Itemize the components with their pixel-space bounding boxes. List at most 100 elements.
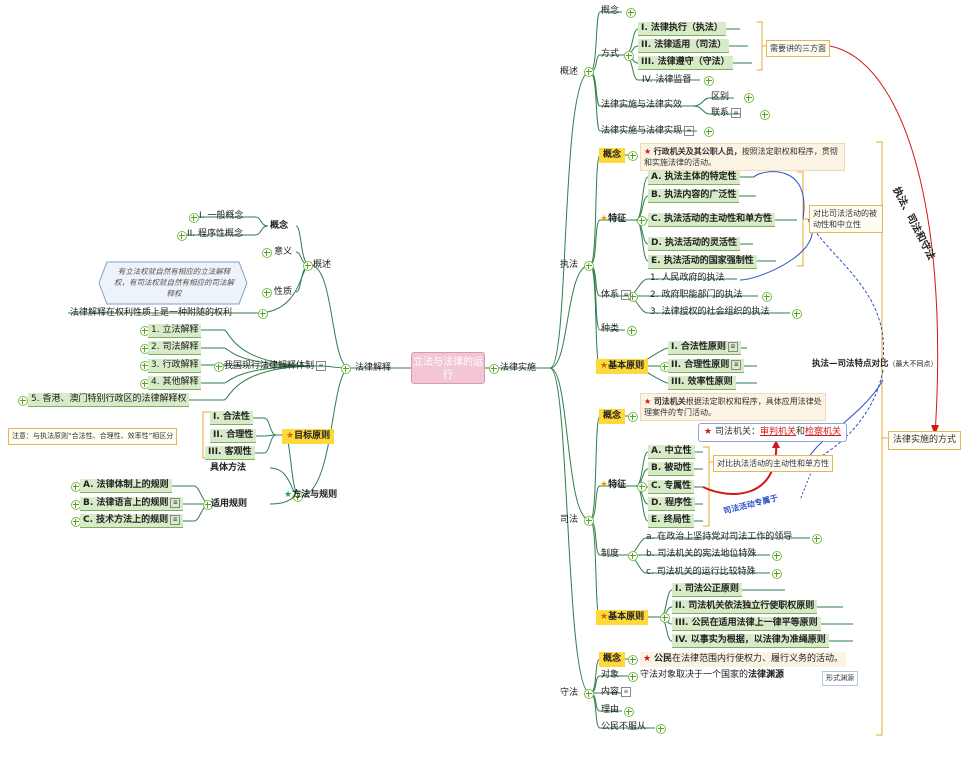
exec-feature-a[interactable]: A. 执法主体的特定性 [648, 171, 740, 185]
expand-icon[interactable] [660, 613, 670, 623]
expand-icon[interactable] [628, 672, 638, 682]
expand-icon[interactable] [792, 309, 802, 319]
system-item-5[interactable]: 5. 香港、澳门特别行政区的法律解释权 [28, 393, 190, 407]
goal-item-1[interactable]: I. 合法性 [210, 411, 253, 425]
interpret-overview[interactable]: 概述 [313, 259, 331, 272]
expand-icon[interactable] [258, 309, 268, 319]
expand-icon[interactable] [637, 482, 647, 492]
mode-item-2[interactable]: II. 法律适用（司法） [638, 39, 730, 53]
exec-feature-e[interactable]: E. 执法活动的国家强制性 [648, 255, 757, 269]
expand-icon[interactable] [189, 213, 199, 223]
expand-icon[interactable] [341, 364, 351, 374]
expand-icon[interactable] [744, 93, 754, 103]
exec-system-1[interactable]: 1. 人民政府的执法 [650, 272, 724, 285]
expand-icon[interactable] [262, 288, 272, 298]
obey-disobey-node[interactable]: 公民不服从 [601, 721, 646, 734]
expand-icon[interactable] [637, 216, 647, 226]
system-item-2[interactable]: 2. 司法解释 [148, 341, 202, 355]
jud-principle-4[interactable]: IV. 以事实为根据，以法律为准绳原则 [672, 634, 829, 648]
goal-node[interactable]: ★目标原则 [282, 429, 335, 444]
expand-icon[interactable] [624, 51, 634, 61]
rule-a[interactable]: A. 法律体制上的规则 [80, 479, 172, 493]
node-impl-effect[interactable]: 法律实施与法律实效 [601, 99, 682, 112]
expand-icon[interactable] [214, 362, 224, 372]
jud-feature-c[interactable]: C. 专属性 [648, 480, 695, 494]
exec-types-node[interactable]: 种类 [601, 323, 619, 336]
exec-concept-tag[interactable]: 概念 [599, 148, 626, 163]
exec-feature-b[interactable]: B. 执法内容的广泛性 [648, 189, 740, 203]
exec-principle-1[interactable]: I. 合法性原则 ≡ [668, 341, 741, 355]
jud-feature-node[interactable]: ★特征 [600, 479, 626, 492]
node-mode[interactable]: 方式 [601, 48, 619, 61]
topic-implement[interactable]: 法律实施 [500, 362, 536, 375]
obey-content-node[interactable]: 内容 ≡ [601, 686, 632, 699]
node-diff[interactable]: 区别 [711, 91, 729, 104]
central-topic[interactable]: 立法与法律的运行 [411, 352, 485, 384]
system-item-1[interactable]: 1. 立法解释 [148, 324, 202, 338]
interpret-system[interactable]: 我国现行法律解释体制 ≡ [224, 360, 327, 373]
topic-exec[interactable]: 执法 [560, 259, 578, 272]
expand-icon[interactable] [177, 231, 187, 241]
expand-icon[interactable] [772, 551, 782, 561]
mode-item-1[interactable]: I. 法律执行（执法） [638, 22, 726, 36]
expand-icon[interactable] [584, 689, 594, 699]
exec-feature-node[interactable]: ★特征 [600, 213, 626, 226]
rule-b[interactable]: B. 法律语言上的规则 ≡ [80, 497, 184, 511]
expand-icon[interactable] [812, 534, 822, 544]
expand-icon[interactable] [760, 110, 770, 120]
topic-judicial[interactable]: 司法 [560, 514, 578, 527]
obey-object-node[interactable]: 对象 [601, 669, 619, 682]
jud-institution-a[interactable]: a. 在政治上坚持党对司法工作的领导 [646, 531, 792, 544]
system-item-4[interactable]: 4. 其他解释 [148, 376, 202, 390]
interpret-meaning[interactable]: 意义 [274, 246, 292, 259]
applied-rules[interactable]: 适用规则 [211, 498, 247, 511]
expand-icon[interactable] [704, 127, 714, 137]
expand-icon[interactable] [18, 396, 28, 406]
node-relation[interactable]: 联系 ≡ [711, 107, 742, 120]
mode-item-4[interactable]: IV. 法律监督 [642, 74, 691, 87]
expand-icon[interactable] [584, 516, 594, 526]
expand-icon[interactable] [624, 707, 634, 717]
jud-principle-3[interactable]: III. 公民在适用法律上一律平等原则 [672, 617, 821, 631]
interpret-general-concept[interactable]: I. 一般概念 [199, 210, 243, 223]
jud-feature-d[interactable]: D. 程序性 [648, 497, 696, 511]
jud-feature-a[interactable]: A. 中立性 [648, 445, 695, 459]
expand-icon[interactable] [628, 151, 638, 161]
expand-icon[interactable] [656, 724, 666, 734]
topic-interpret[interactable]: 法律解释 [355, 362, 391, 375]
expand-icon[interactable] [772, 569, 782, 579]
goal-item-2[interactable]: II. 合理性 [210, 429, 257, 443]
jud-institution-node[interactable]: 制度 [601, 548, 619, 561]
jud-principle-2[interactable]: II. 司法机关依法独立行使职权原则 [672, 600, 818, 614]
topic-overview[interactable]: 概述 [560, 66, 578, 79]
expand-icon[interactable] [704, 76, 714, 86]
exec-feature-c[interactable]: C. 执法活动的主动性和单方性 [648, 213, 776, 227]
obey-reason-node[interactable]: 理由 [601, 704, 619, 717]
exec-system-3[interactable]: 3. 法律授权的社会组织的执法 [650, 306, 769, 319]
exec-principle-2[interactable]: II. 合理性原则 ≡ [668, 359, 745, 373]
interpret-nature[interactable]: 性质 [274, 286, 292, 299]
exec-system-2[interactable]: 2. 政府职能部门的执法 [650, 289, 742, 302]
expand-icon[interactable] [628, 412, 638, 422]
jud-feature-b[interactable]: B. 被动性 [648, 462, 695, 476]
mode-item-3[interactable]: III. 法律遵守（守法） [638, 56, 733, 70]
exec-principle-node[interactable]: ★基本原则 [596, 359, 649, 374]
expand-icon[interactable] [628, 655, 638, 665]
expand-icon[interactable] [489, 364, 499, 374]
expand-icon[interactable] [762, 292, 772, 302]
jud-principle-1[interactable]: I. 司法公正原则 [672, 583, 742, 597]
node-concept[interactable]: 概念 [601, 5, 619, 18]
expand-icon[interactable] [262, 248, 272, 258]
exec-system-node[interactable]: 体系 ≡ [601, 289, 632, 302]
interpret-concept[interactable]: 概念 [270, 220, 288, 233]
goal-item-3[interactable]: III. 客观性 [205, 446, 255, 460]
node-impl-realize[interactable]: 法律实施与法律实现 ≡ [601, 125, 695, 138]
expand-icon[interactable] [303, 261, 313, 271]
expand-icon[interactable] [626, 8, 636, 18]
jud-feature-e[interactable]: E. 终局性 [648, 514, 694, 528]
interpret-procedural-concept[interactable]: II. 程序性概念 [187, 228, 243, 241]
obey-concept-tag[interactable]: 概念 [599, 652, 626, 667]
expand-icon[interactable] [628, 551, 638, 561]
system-item-3[interactable]: 3. 行政解释 [148, 359, 202, 373]
exec-feature-d[interactable]: D. 执法活动的灵活性 [648, 237, 741, 251]
